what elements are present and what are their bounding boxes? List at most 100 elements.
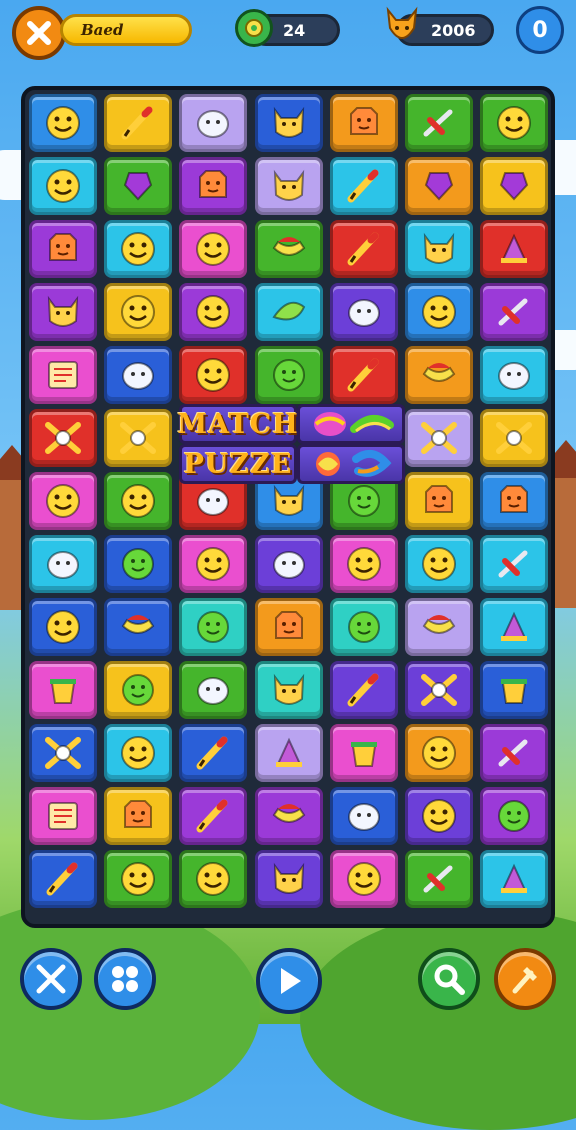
tile[interactable] <box>179 346 248 404</box>
tile[interactable] <box>29 157 97 215</box>
pencil-icon <box>347 673 379 707</box>
tile[interactable] <box>480 724 549 782</box>
tile[interactable] <box>480 661 549 719</box>
tile[interactable] <box>405 724 473 782</box>
search-button[interactable] <box>418 948 480 1010</box>
tile[interactable] <box>29 283 97 341</box>
tile[interactable] <box>480 787 549 845</box>
tile[interactable] <box>29 346 97 404</box>
cross-icon <box>120 422 157 454</box>
tile[interactable] <box>480 346 549 404</box>
tile[interactable] <box>405 94 473 152</box>
tile[interactable] <box>254 535 323 593</box>
tile[interactable] <box>179 535 248 593</box>
tile[interactable] <box>254 787 323 845</box>
tile[interactable] <box>254 283 323 341</box>
tile[interactable] <box>179 94 248 152</box>
tile[interactable] <box>254 850 323 908</box>
tile[interactable] <box>179 283 248 341</box>
tile[interactable] <box>179 724 248 782</box>
tile[interactable] <box>29 535 97 593</box>
smiley-icon <box>121 862 156 896</box>
tile[interactable] <box>405 598 473 656</box>
tile[interactable] <box>480 157 549 215</box>
hammer-button[interactable] <box>494 948 556 1010</box>
cat-icon <box>273 862 304 894</box>
tile[interactable] <box>104 220 173 278</box>
tile[interactable] <box>104 94 173 152</box>
tile[interactable] <box>480 850 549 908</box>
tile[interactable] <box>329 346 398 404</box>
tile[interactable] <box>29 94 97 152</box>
tile[interactable] <box>179 598 248 656</box>
bear-icon <box>49 233 77 261</box>
tile[interactable] <box>480 220 549 278</box>
smiley-icon <box>422 799 456 833</box>
tile[interactable] <box>480 535 549 593</box>
tile[interactable] <box>104 472 173 530</box>
tile[interactable] <box>29 409 97 467</box>
tile[interactable] <box>179 787 248 845</box>
tile[interactable] <box>104 598 173 656</box>
tile[interactable] <box>405 661 473 719</box>
tile[interactable] <box>104 850 173 908</box>
tile[interactable] <box>104 346 173 404</box>
tile[interactable] <box>480 409 549 467</box>
tile[interactable] <box>29 472 97 530</box>
tile[interactable] <box>179 220 248 278</box>
tile[interactable] <box>329 94 398 152</box>
tile[interactable] <box>29 724 97 782</box>
tile[interactable] <box>405 220 473 278</box>
tile[interactable] <box>405 472 473 530</box>
tile[interactable] <box>480 283 549 341</box>
tile[interactable] <box>405 850 473 908</box>
tile[interactable] <box>104 787 173 845</box>
tile[interactable] <box>329 724 398 782</box>
tile[interactable] <box>104 724 173 782</box>
tile[interactable] <box>179 157 248 215</box>
tile[interactable] <box>179 661 248 719</box>
tile[interactable] <box>329 787 398 845</box>
tile[interactable] <box>405 283 473 341</box>
tile[interactable] <box>405 535 473 593</box>
tile[interactable] <box>254 220 323 278</box>
tile[interactable] <box>254 661 323 719</box>
tile[interactable] <box>254 724 323 782</box>
play-button[interactable] <box>256 948 322 1014</box>
level-badge[interactable]: 0 <box>516 6 564 54</box>
smiley-icon <box>497 106 532 140</box>
tile[interactable] <box>405 787 473 845</box>
tile[interactable] <box>405 409 473 467</box>
tile[interactable] <box>480 472 549 530</box>
close-button[interactable] <box>12 6 66 60</box>
tile[interactable] <box>405 346 473 404</box>
tile[interactable] <box>254 346 323 404</box>
tile[interactable] <box>104 535 173 593</box>
tile[interactable] <box>329 157 398 215</box>
tile[interactable] <box>104 283 173 341</box>
tile[interactable] <box>104 409 173 467</box>
tile[interactable] <box>29 661 97 719</box>
tile[interactable] <box>254 94 323 152</box>
tile[interactable] <box>480 94 549 152</box>
tile[interactable] <box>104 661 173 719</box>
tile[interactable] <box>254 598 323 656</box>
tile[interactable] <box>29 850 97 908</box>
menu-button[interactable] <box>94 948 156 1010</box>
tile[interactable] <box>480 598 549 656</box>
tile[interactable] <box>254 157 323 215</box>
tile[interactable] <box>29 220 97 278</box>
tile[interactable] <box>179 850 248 908</box>
clear-button[interactable] <box>20 948 82 1010</box>
tile[interactable] <box>329 850 398 908</box>
tile[interactable] <box>405 157 473 215</box>
tile[interactable] <box>329 220 398 278</box>
tile[interactable] <box>329 283 398 341</box>
tile[interactable] <box>29 787 97 845</box>
tile[interactable] <box>329 535 398 593</box>
tile[interactable] <box>329 598 398 656</box>
tile[interactable] <box>29 598 97 656</box>
fox-trophy-icon <box>382 6 422 50</box>
tile[interactable] <box>329 661 398 719</box>
tile[interactable] <box>104 157 173 215</box>
